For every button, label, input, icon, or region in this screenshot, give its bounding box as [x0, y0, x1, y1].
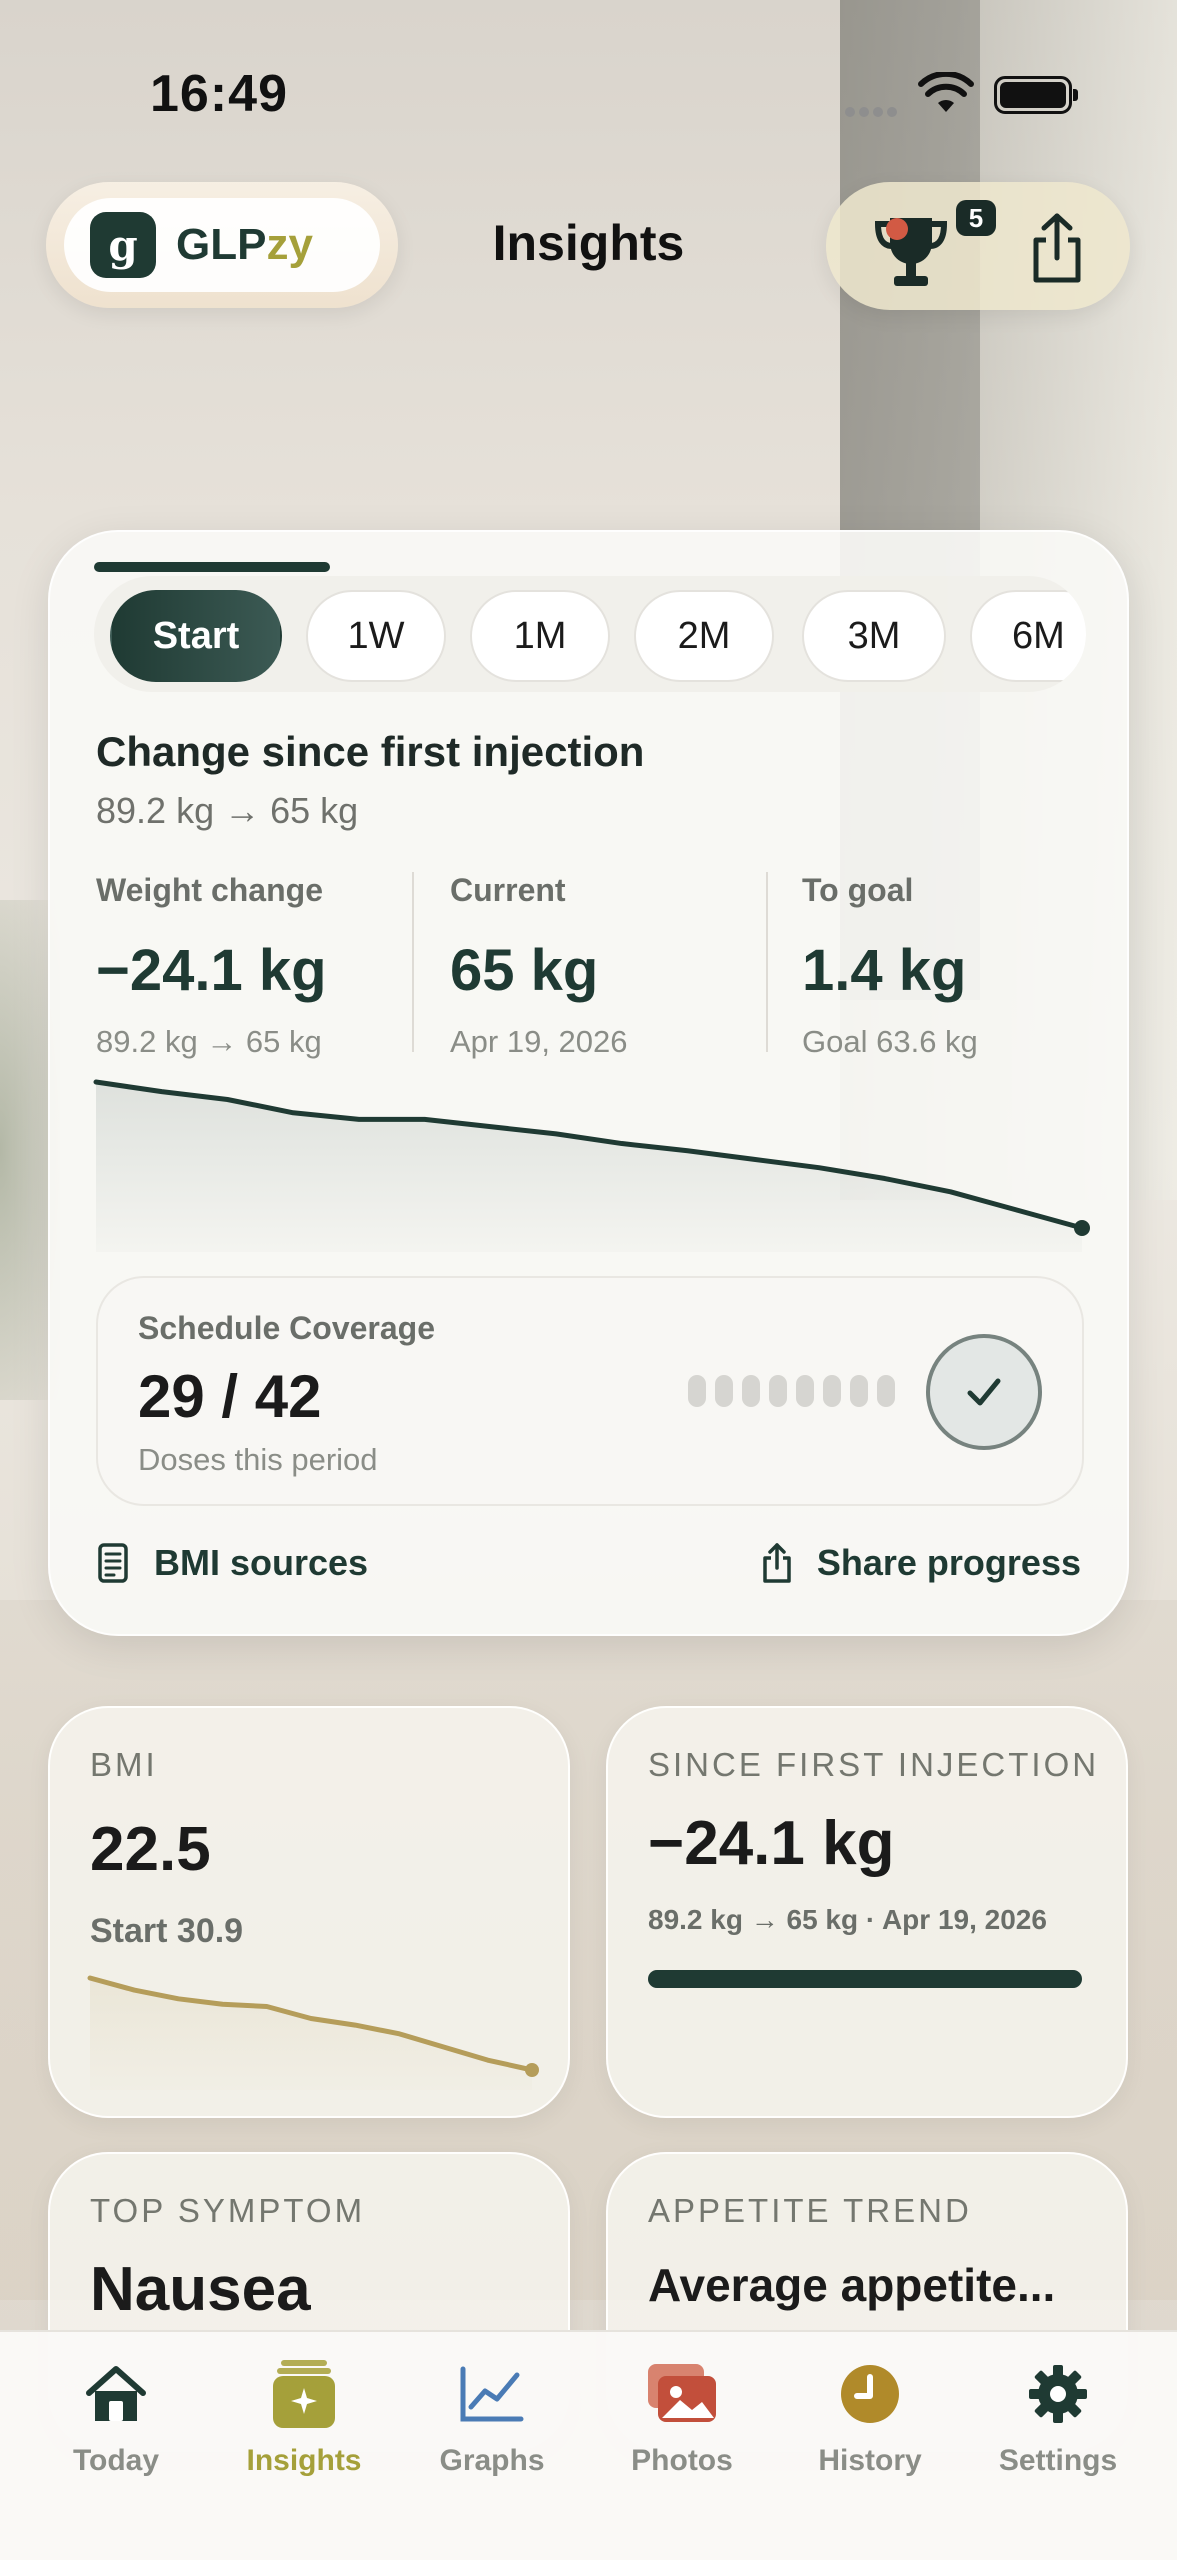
stat-sub: Goal 63.6 kg [802, 1024, 978, 1059]
tile-label: TOP SYMPTOM [90, 2192, 366, 2229]
achievements-button[interactable]: 5 [866, 200, 996, 294]
gear-icon [1022, 2358, 1094, 2430]
stat-weight-change: Weight change −24.1 kg 89.2 kg → 65 kg [96, 872, 396, 1059]
tab-label: Today [72, 2444, 160, 2477]
tab-history[interactable]: History [790, 2358, 950, 2508]
tab-label: Insights [246, 2444, 362, 2477]
summary-subtitle: 89.2 kg → 65 kg [96, 790, 359, 831]
battery-icon [994, 76, 1078, 114]
stat-to-goal: To goal 1.4 kg Goal 63.6 kg [802, 872, 1092, 1059]
bmi-sources-button[interactable]: BMI sources [96, 1542, 368, 1584]
tab-bar: Today Insights Graphs Photos History Set… [0, 2330, 1177, 2560]
stat-sub: Apr 19, 2026 [450, 1024, 628, 1059]
trophy-badge: 5 [956, 200, 996, 236]
cellular-signal-icon [845, 104, 901, 117]
home-icon [80, 2358, 152, 2430]
photos-icon [646, 2358, 718, 2430]
tile-label: BMI [90, 1746, 158, 1783]
tile-label: SINCE FIRST INJECTION [648, 1746, 1100, 1783]
trophy-icon [874, 218, 948, 286]
status-bar: 16:49 [0, 0, 1177, 190]
weight-trend-chart [93, 1079, 1090, 1252]
dose-dot [688, 1375, 706, 1407]
insights-summary-card: Start 1W 1M 2M 3M 6M Change since first … [48, 530, 1129, 1636]
checkmark-icon [967, 1378, 1001, 1406]
stat-value: 1.4 kg [802, 938, 967, 1003]
bmi-trend-chart [87, 1975, 539, 2090]
range-tab-1m[interactable]: 1M [470, 590, 610, 682]
range-scroll-indicator [94, 562, 330, 572]
stat-value: 65 kg [450, 938, 599, 1003]
header-share-button[interactable] [1022, 212, 1092, 286]
share-progress-label: Share progress [816, 1542, 1081, 1583]
progress-fill [648, 1970, 1082, 1988]
status-time: 16:49 [150, 65, 288, 123]
tab-label: History [818, 2444, 922, 2477]
stat-divider [766, 872, 768, 1052]
range-tab-3m[interactable]: 3M [802, 590, 946, 682]
tab-photos[interactable]: Photos [602, 2358, 762, 2508]
dose-dot [769, 1375, 787, 1407]
tile-value: −24.1 kg [648, 1809, 895, 1878]
dose-dot [796, 1375, 814, 1407]
share-progress-button[interactable]: Share progress [759, 1542, 1081, 1584]
tab-label: Graphs [439, 2444, 545, 2477]
progress-track [648, 1970, 1082, 1988]
bmi-sources-label: BMI sources [154, 1542, 369, 1583]
tile-value: Nausea [90, 2255, 311, 2324]
chart-end-point [525, 2063, 539, 2077]
coverage-label: Schedule Coverage [138, 1310, 435, 1346]
notification-dot [886, 218, 908, 240]
chart-area [96, 1082, 1082, 1252]
tile-sub: Start 30.9 [90, 1912, 244, 1950]
dose-dot [823, 1375, 841, 1407]
dose-indicator [688, 1375, 904, 1407]
range-tab-6m[interactable]: 6M [970, 590, 1086, 682]
stat-sub: 89.2 kg → 65 kg [96, 1024, 322, 1059]
stat-label: Weight change [96, 872, 323, 908]
summary-title: Change since first injection [96, 728, 645, 775]
dose-dot [850, 1375, 868, 1407]
since-first-injection-tile[interactable]: SINCE FIRST INJECTION −24.1 kg 89.2 kg →… [606, 1706, 1128, 2118]
document-icon [98, 1543, 128, 1583]
dose-dot [877, 1375, 895, 1407]
tab-insights[interactable]: Insights [224, 2358, 384, 2508]
stat-label: To goal [802, 872, 914, 908]
coverage-sub: Doses this period [138, 1442, 378, 1477]
tab-settings[interactable]: Settings [978, 2358, 1138, 2508]
stat-label: Current [450, 872, 566, 908]
stat-current: Current 65 kg Apr 19, 2026 [450, 872, 750, 1059]
share-icon [763, 1543, 791, 1583]
clock-icon [834, 2358, 906, 2430]
tab-graphs[interactable]: Graphs [412, 2358, 572, 2508]
dose-dot [742, 1375, 760, 1407]
tab-label: Photos [631, 2444, 733, 2477]
bmi-tile[interactable]: BMI 22.5 Start 30.9 [48, 1706, 570, 2118]
wifi-icon [918, 72, 974, 112]
range-selector: Start 1W 1M 2M 3M 6M [94, 576, 1086, 692]
schedule-coverage-card[interactable]: Schedule Coverage 29 / 42 Doses this per… [96, 1276, 1084, 1506]
coverage-check [926, 1334, 1042, 1450]
stat-value: −24.1 kg [96, 938, 327, 1003]
tab-today[interactable]: Today [36, 2358, 196, 2508]
tile-value: 22.5 [90, 1815, 211, 1884]
dose-dot [715, 1375, 733, 1407]
tile-value: Average appetite... [648, 2259, 1056, 2311]
range-tab-1w[interactable]: 1W [306, 590, 446, 682]
coverage-value: 29 / 42 [138, 1363, 322, 1430]
stat-divider [412, 872, 414, 1052]
tile-label: APPETITE TREND [648, 2192, 972, 2229]
tile-sub: 89.2 kg → 65 kg · Apr 19, 2026 [648, 1904, 1047, 1935]
share-icon [1033, 213, 1081, 283]
range-tab-2m[interactable]: 2M [634, 590, 774, 682]
header-actions: 5 [826, 182, 1130, 310]
chart-end-point [1074, 1220, 1090, 1236]
tab-label: Settings [998, 2444, 1118, 2477]
graph-icon [456, 2358, 528, 2430]
range-tab-start[interactable]: Start [110, 590, 282, 682]
insights-icon [268, 2358, 340, 2430]
